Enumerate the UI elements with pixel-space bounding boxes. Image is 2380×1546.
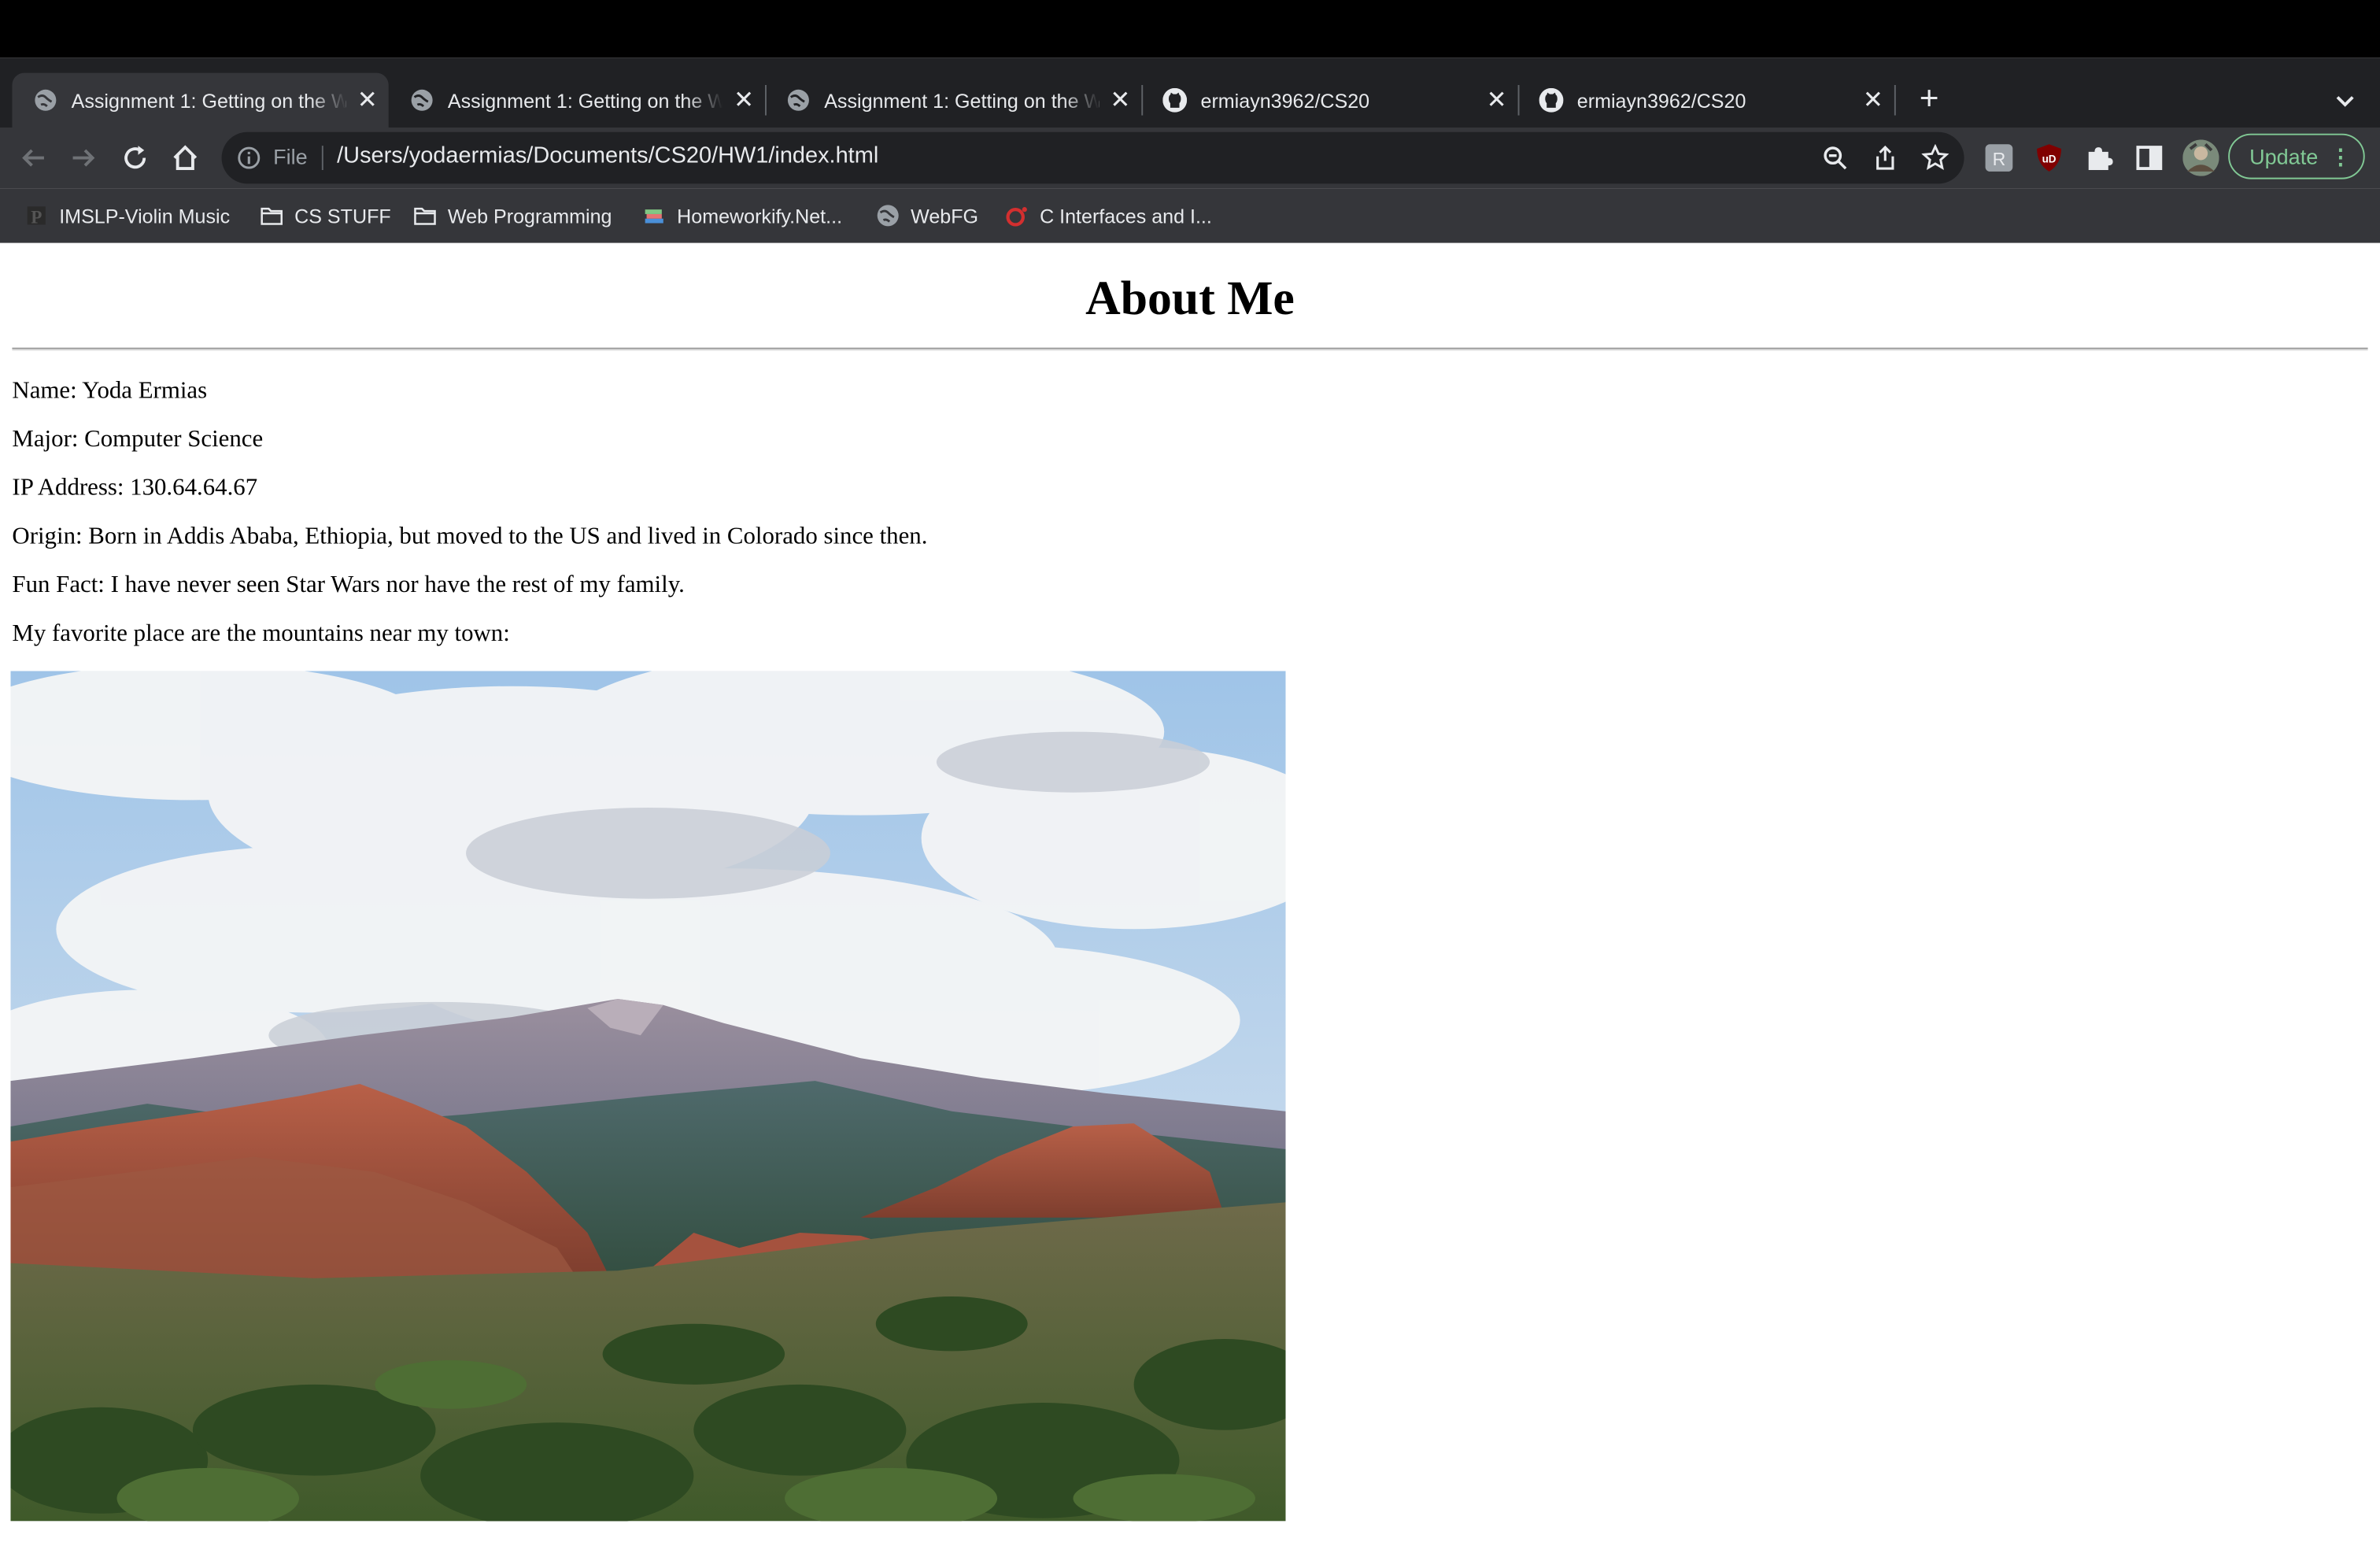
bookmark-label: IMSLP-Violin Music bbox=[59, 204, 231, 227]
page-heading: About Me bbox=[1085, 270, 1295, 325]
bookmark-label: CS STUFF bbox=[294, 204, 391, 227]
major-line: Major: Computer Science bbox=[12, 426, 264, 453]
globe-icon bbox=[787, 89, 809, 111]
menu-bar bbox=[0, 0, 2380, 58]
side-panel-icon[interactable] bbox=[2134, 142, 2165, 173]
bookmark-label: Web Programming bbox=[447, 204, 612, 227]
star-icon[interactable] bbox=[1921, 144, 1949, 172]
globe-icon bbox=[35, 89, 57, 111]
bookmarks-bar: P IMSLP-Violin Music CS STUFF Web Progra… bbox=[0, 188, 2380, 245]
fun-fact-line: Fun Fact: I have never seen Star Wars no… bbox=[12, 572, 685, 598]
close-icon[interactable]: ✕ bbox=[1852, 85, 1894, 116]
tab-title: ermiayn3962/CS20 bbox=[1577, 88, 1852, 112]
bookmark-label: C Interfaces and I... bbox=[1040, 204, 1212, 227]
tab-4[interactable]: ermiayn3962/CS20 ✕ bbox=[1141, 73, 1517, 128]
mountain-photo bbox=[10, 671, 1286, 1522]
tab-5[interactable]: ermiayn3962/CS20 ✕ bbox=[1518, 73, 1894, 128]
folder-icon bbox=[414, 207, 436, 225]
horizontal-rule bbox=[12, 347, 2368, 351]
bookmark-label: Homeworkify.Net... bbox=[677, 204, 843, 227]
globe-icon bbox=[877, 205, 899, 227]
ublock-origin-icon[interactable]: uD bbox=[2034, 142, 2064, 173]
origin-line: Origin: Born in Addis Ababa, Ethiopia, b… bbox=[12, 523, 928, 550]
github-icon bbox=[1162, 87, 1188, 113]
address-bar[interactable]: File /Users/yodaermias/Documents/CS20/HW… bbox=[221, 131, 1964, 184]
github-icon bbox=[1539, 87, 1564, 113]
share-icon[interactable] bbox=[1872, 144, 1899, 172]
zoom-icon[interactable] bbox=[1821, 144, 1849, 172]
bookmark-imslp[interactable]: P IMSLP-Violin Music bbox=[24, 202, 230, 229]
tab-title: Assignment 1: Getting on the Web bbox=[447, 88, 722, 112]
svg-text:P: P bbox=[31, 207, 42, 227]
update-button[interactable]: Update ⋮ bbox=[2228, 133, 2365, 179]
bookmark-folder-web-programming[interactable]: Web Programming bbox=[413, 202, 612, 229]
globe-icon bbox=[411, 89, 433, 111]
name-line: Name: Yoda Ermias bbox=[12, 378, 208, 404]
toolbar: File /Users/yodaermias/Documents/CS20/HW… bbox=[0, 127, 2380, 189]
oreilly-icon bbox=[1006, 207, 1027, 227]
profile-avatar-icon[interactable] bbox=[2182, 139, 2219, 176]
tab-title: Assignment 1: Getting on the Web bbox=[824, 88, 1099, 112]
reload-icon[interactable] bbox=[120, 142, 150, 173]
folder-icon bbox=[261, 207, 283, 225]
new-tab-button[interactable]: + bbox=[1911, 81, 1947, 118]
svg-text:uD: uD bbox=[2042, 153, 2057, 165]
bookmark-c-interfaces[interactable]: C Interfaces and I... bbox=[1005, 202, 1212, 229]
update-label: Update bbox=[2249, 144, 2319, 169]
tab-separator bbox=[1894, 84, 1896, 116]
file-scheme-label: File bbox=[273, 144, 308, 169]
close-icon[interactable]: ✕ bbox=[1476, 85, 1518, 116]
tab-title: ermiayn3962/CS20 bbox=[1200, 88, 1476, 112]
ip-address-line: IP Address: 130.64.64.67 bbox=[12, 475, 258, 501]
close-icon[interactable]: ✕ bbox=[346, 85, 389, 116]
info-icon[interactable] bbox=[237, 146, 261, 170]
favorite-place-line: My favorite place are the mountains near… bbox=[12, 620, 510, 647]
tab-3[interactable]: Assignment 1: Getting on the Web ✕ bbox=[765, 73, 1141, 128]
extensions-puzzle-icon[interactable] bbox=[2084, 142, 2115, 173]
page-content: About Me Name: Yoda Ermias Major: Comput… bbox=[0, 242, 2380, 1546]
bookmark-folder-cs-stuff[interactable]: CS STUFF bbox=[260, 202, 391, 229]
back-arrow-icon[interactable] bbox=[18, 142, 49, 173]
books-icon bbox=[645, 209, 663, 224]
home-icon[interactable] bbox=[170, 142, 201, 173]
tab-1[interactable]: Assignment 1: Getting on the Web ✕ bbox=[12, 72, 389, 128]
chevron-down-icon[interactable] bbox=[2330, 85, 2360, 116]
svg-text:R: R bbox=[1993, 149, 2006, 169]
close-icon[interactable]: ✕ bbox=[722, 85, 765, 116]
bookmark-homeworkify[interactable]: Homeworkify.Net... bbox=[642, 202, 842, 229]
divider bbox=[321, 146, 323, 170]
tab-strip: Assignment 1: Getting on the Web ✕ Assig… bbox=[0, 57, 2380, 128]
imslp-icon: P bbox=[27, 206, 46, 227]
bookmark-webfg[interactable]: WebFG bbox=[876, 202, 978, 229]
url-text[interactable]: /Users/yodaermias/Documents/CS20/HW1/ind… bbox=[337, 142, 878, 168]
close-icon[interactable]: ✕ bbox=[1099, 85, 1141, 116]
more-vertical-icon[interactable]: ⋮ bbox=[2330, 135, 2351, 178]
forward-arrow-icon[interactable] bbox=[68, 142, 99, 173]
tab-2[interactable]: Assignment 1: Getting on the Web ✕ bbox=[389, 73, 765, 128]
bookmark-label: WebFG bbox=[911, 204, 979, 227]
screen: Assignment 1: Getting on the Web ✕ Assig… bbox=[0, 0, 2380, 1546]
extension-r-icon[interactable]: R bbox=[1984, 142, 2015, 173]
tab-title: Assignment 1: Getting on the Web bbox=[71, 88, 346, 112]
